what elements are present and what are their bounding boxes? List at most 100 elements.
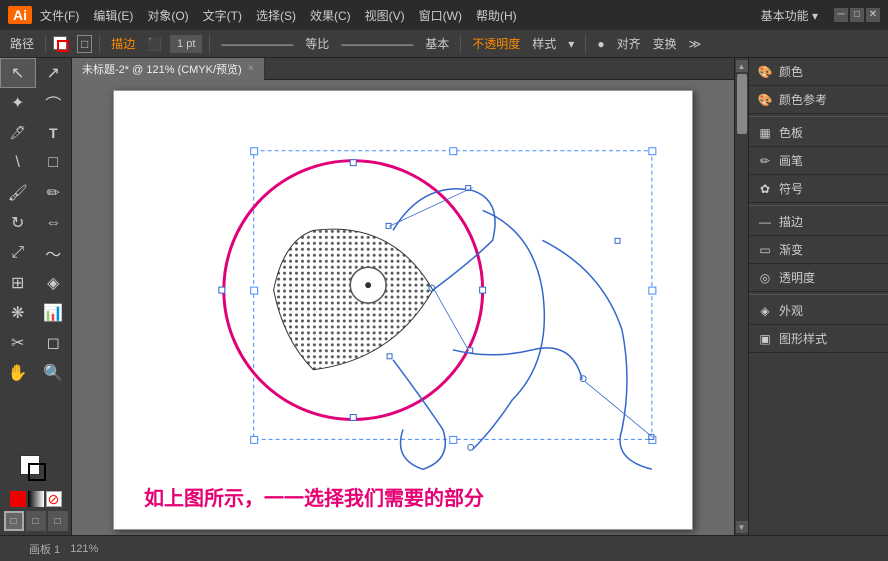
opacity-label[interactable]: 不透明度 (468, 33, 524, 54)
color-mode-icons: ⊘ (10, 491, 62, 507)
draw-inside-btn[interactable]: □ (48, 511, 68, 531)
type-tool[interactable]: T (36, 118, 72, 148)
curve-right-1 (473, 210, 545, 449)
scroll-down-arrow[interactable]: ▼ (736, 521, 748, 533)
status-bar: 画板 1 121% (0, 535, 888, 561)
menu-file[interactable]: 文件(F) (40, 7, 79, 24)
shape-builder-tool[interactable]: ◈ (36, 268, 72, 298)
shape-button[interactable]: □ (77, 35, 92, 53)
color-mode-btn[interactable] (10, 491, 26, 507)
scroll-thumb[interactable] (737, 74, 747, 134)
status-left (8, 541, 19, 557)
artboard[interactable]: 如上图所示，一一选择我们需要的部分 (113, 90, 693, 530)
panel-appearance[interactable]: ◈ 外观 (749, 297, 888, 325)
canvas-wrapper[interactable]: 如上图所示，一一选择我们需要的部分 (72, 80, 734, 535)
stroke-mode[interactable]: 描边 (107, 33, 139, 54)
panel-gradient[interactable]: ▭ 渐变 (749, 236, 888, 264)
slice-tool[interactable]: ✂ (0, 328, 36, 358)
title-bar: Ai 文件(F) 编辑(E) 对象(O) 文字(T) 选择(S) 效果(C) 视… (0, 0, 888, 30)
menu-bar[interactable]: 文件(F) 编辑(E) 对象(O) 文字(T) 选择(S) 效果(C) 视图(V… (40, 7, 517, 24)
none-mode-btn[interactable]: ⊘ (46, 491, 62, 507)
style-label[interactable]: 样式 (528, 33, 560, 54)
menu-help[interactable]: 帮助(H) (476, 7, 517, 24)
color-controls: ⊘ □ □ □ (0, 451, 71, 535)
panel-color[interactable]: 🎨 颜色 (749, 58, 888, 86)
lasso-tool[interactable]: ⌒ (36, 88, 72, 118)
tool-row-8: ⊞ ◈ (0, 268, 71, 298)
panel-color-guide[interactable]: 🎨 颜色参考 (749, 86, 888, 114)
canvas-area: 未标题-2* @ 121% (CMYK/预览) × (72, 58, 734, 535)
draw-behind-btn[interactable]: □ (26, 511, 46, 531)
window-controls[interactable]: ─ □ ✕ (834, 8, 880, 22)
menu-effect[interactable]: 效果(C) (310, 7, 351, 24)
tool-row-4: \ □ (0, 148, 71, 178)
dash-style-2[interactable]: —————— (337, 35, 417, 53)
dash-style[interactable]: —————— (217, 35, 297, 53)
drawing-mode-icons: □ □ □ (4, 511, 68, 531)
stroke-weight-icon: ⬛ (143, 35, 166, 53)
gradient-mode-btn[interactable] (28, 491, 44, 507)
tab-close-button[interactable]: × (248, 63, 254, 74)
panel-brush[interactable]: ✏ 画笔 (749, 147, 888, 175)
selection-tool[interactable]: ↖ (0, 58, 36, 88)
tool-row-1: ↖ ↗ (0, 58, 71, 88)
menu-select[interactable]: 选择(S) (256, 7, 296, 24)
stroke-weight-input[interactable] (170, 35, 202, 53)
toolbar-separator-1 (45, 35, 46, 53)
menu-type[interactable]: 文字(T) (203, 7, 242, 24)
tool-row-3: 🖊 T (0, 118, 71, 148)
tool-row-9: ❋ 📊 (0, 298, 71, 328)
symbol-spray-tool[interactable]: ❋ (0, 298, 36, 328)
right-panel: 🎨 颜色 🎨 颜色参考 ▦ 色板 ✏ 画笔 ✿ 符号 — 描边 ▭ 渐变 (748, 58, 888, 535)
workspace-label[interactable]: 基本功能 ▾ (761, 7, 818, 24)
symbol-icon: ✿ (757, 181, 773, 197)
panel-symbol[interactable]: ✿ 符号 (749, 175, 888, 203)
minimize-button[interactable]: ─ (834, 8, 848, 22)
stroke-box[interactable] (28, 463, 46, 481)
free-transform-tool[interactable]: ⊞ (0, 268, 36, 298)
scroll-up-arrow[interactable]: ▲ (736, 60, 748, 72)
paintbrush-tool[interactable]: 🖌 (0, 178, 36, 208)
line-tool[interactable]: \ (0, 148, 36, 178)
artwork-svg (114, 91, 692, 529)
vertical-scrollbar[interactable]: ▲ ▼ (734, 58, 748, 535)
document-tab[interactable]: 未标题-2* @ 121% (CMYK/预览) × (72, 58, 265, 80)
panel-swatches[interactable]: ▦ 色板 (749, 119, 888, 147)
reflect-tool[interactable]: ⇔ (36, 208, 72, 238)
column-graph-tool[interactable]: 📊 (36, 298, 72, 328)
main-area: ↖ ↗ ✦ ⌒ 🖊 T \ □ 🖌 ✏ ↻ ⇔ ⤢ 〜 ⊞ ◈ (0, 58, 888, 535)
toolbar-label: 路径 (6, 33, 38, 54)
menu-view[interactable]: 视图(V) (365, 7, 405, 24)
align-label[interactable]: 对齐 (613, 33, 645, 54)
direct-selection-tool[interactable]: ↗ (36, 58, 72, 88)
menu-edit[interactable]: 编辑(E) (93, 7, 133, 24)
warp-tool[interactable]: 〜 (36, 238, 72, 268)
panel-graphic-styles[interactable]: ▣ 图形样式 (749, 325, 888, 353)
zoom-tool[interactable]: 🔍 (36, 358, 72, 388)
pen-tool[interactable]: 🖊 (0, 118, 36, 148)
pencil-tool[interactable]: ✏ (36, 178, 72, 208)
panel-color-guide-label: 颜色参考 (779, 91, 827, 108)
fill-stroke-switcher[interactable] (20, 455, 52, 487)
menu-window[interactable]: 窗口(W) (419, 7, 462, 24)
eraser-tool[interactable]: ◻ (36, 328, 72, 358)
menu-object[interactable]: 对象(O) (147, 7, 188, 24)
transform-label[interactable]: 变换 (649, 33, 681, 54)
stroke-color-icon[interactable] (53, 34, 73, 54)
rotate-tool[interactable]: ↻ (0, 208, 36, 238)
scale-tool[interactable]: ⤢ (0, 238, 36, 268)
close-button[interactable]: ✕ (866, 8, 880, 22)
magic-wand-tool[interactable]: ✦ (0, 88, 36, 118)
panel-transparency[interactable]: ◎ 透明度 (749, 264, 888, 292)
tool-row-7: ⤢ 〜 (0, 238, 71, 268)
shape-tool[interactable]: □ (36, 148, 72, 178)
circle-icon: ● (593, 35, 608, 53)
panel-stroke[interactable]: — 描边 (749, 208, 888, 236)
hand-tool[interactable]: ✋ (0, 358, 36, 388)
color-guide-icon: 🎨 (757, 92, 773, 108)
style-icon[interactable]: ▾ (564, 35, 578, 53)
toolbar-separator-3 (209, 35, 210, 53)
normal-draw-btn[interactable]: □ (4, 511, 24, 531)
maximize-button[interactable]: □ (850, 8, 864, 22)
more-options[interactable]: ≫ (685, 35, 706, 53)
